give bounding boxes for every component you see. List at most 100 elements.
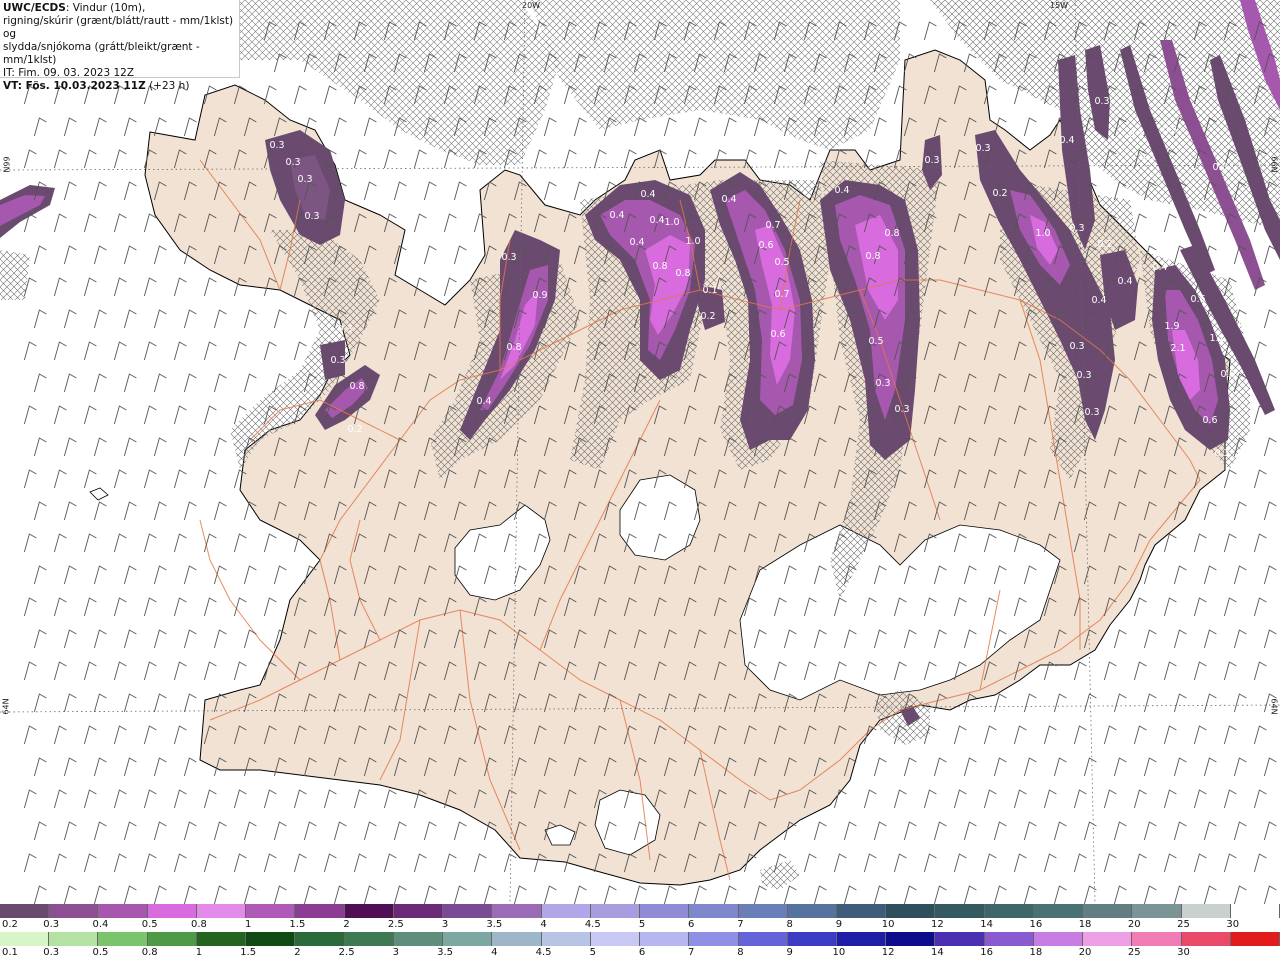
precip-value-label: 0.2 <box>992 188 1007 199</box>
precip-value-label: 0.4 <box>1152 262 1167 273</box>
precip-value-label: 0.3 <box>337 324 352 335</box>
legend-rain-label: 1 <box>195 947 203 958</box>
legend-snow-label: 3 <box>441 919 449 930</box>
legend-snow-label: 0.5 <box>141 919 158 930</box>
precip-value-label: 0.4 <box>1059 135 1074 146</box>
legend-snow-swatch <box>640 904 690 918</box>
legend-snow-labels: 0.2 0.3 0.4 0.5 0.8 1 1.5 2 2.5 3 3.5 4 4.5 5 6 7 8 9 10 12… <box>0 919 1280 931</box>
precip-value-label: 0.3 <box>875 378 890 389</box>
precip-value-label: 0.2 <box>347 424 362 435</box>
precip-value-label: 0.6 <box>758 240 773 251</box>
legend-rain-label: 25 <box>1127 947 1141 958</box>
legend-snow-label: 1 <box>244 919 252 930</box>
precip-value-label: 0.3 <box>1212 162 1227 173</box>
legend-rain-swatch <box>738 932 788 946</box>
precip-value-label: 0.5 <box>868 336 883 347</box>
legend-snow-label: 5 <box>638 919 646 930</box>
precip-value-label: 0.3 <box>1139 152 1154 163</box>
legend-snow-label: 18 <box>1078 919 1092 930</box>
legend-snow-swatch <box>49 904 99 918</box>
legend-snow-swatch <box>541 904 591 918</box>
precip-value-label: 0.2 <box>1097 239 1112 250</box>
legend-snow-label: 2 <box>343 919 350 930</box>
legend-snow-swatch <box>787 904 837 918</box>
legend-rain-swatch <box>1230 932 1280 946</box>
legend-rain-swatch <box>492 932 542 946</box>
legend-rain-swatch <box>0 932 50 946</box>
legend-rain-label: 16 <box>980 947 993 958</box>
legend-snow-swatch <box>1083 904 1133 918</box>
legend-rain-label: 6 <box>638 947 646 958</box>
model-name: UWC/ECDS <box>3 2 66 14</box>
legend-rain-swatch <box>935 932 985 946</box>
legend-snow-label: 0.8 <box>190 919 207 930</box>
legend-snow-swatch <box>1230 904 1280 918</box>
legend-rain-swatch <box>1181 932 1231 946</box>
legend-snow-swatch <box>738 904 788 918</box>
precip-value-label: 0.3 <box>1076 370 1091 381</box>
legend-rain-label: 1.5 <box>240 947 257 958</box>
precip-value-label: 0.9 <box>532 290 547 301</box>
legend-snow-swatch <box>1181 904 1231 918</box>
precip-value-label: 0.6 <box>1190 294 1205 305</box>
legend-rain-label: 0.3 <box>43 947 60 958</box>
precip-value-label: 0.3 <box>1084 407 1099 418</box>
legend-rain-label: 0.5 <box>92 947 109 958</box>
legend-rain-label: 20 <box>1078 947 1092 958</box>
legend-rain-label: 30 <box>1177 947 1190 958</box>
legend-rain-swatch <box>640 932 690 946</box>
legend-snow-swatch <box>935 904 985 918</box>
legend-rain-swatch <box>1033 932 1084 946</box>
precip-value-label: 0.3 <box>894 404 909 415</box>
precip-value-label: 0.8 <box>506 342 521 353</box>
legend-snow-label: 25 <box>1177 919 1190 930</box>
precip-value-label: 0.3 <box>304 211 319 222</box>
legend-rain-swatch <box>689 932 739 946</box>
precip-value-label: 0.3 <box>1069 341 1084 352</box>
graticule-label-20w: 20W <box>522 1 541 10</box>
legend-snow-label: 9 <box>835 919 843 930</box>
legend-rain-swatch <box>590 932 641 946</box>
legend-rain-swatch <box>295 932 345 946</box>
precip-value-label: 0.9 <box>1220 369 1235 380</box>
legend-rain-label: 4 <box>491 947 498 958</box>
precip-value-label: 0.3 <box>1069 223 1084 234</box>
precip-value-label: 0.4 <box>476 396 491 407</box>
legend-snow-swatch <box>984 904 1034 918</box>
precip-value-label: 0.2 <box>1232 290 1247 301</box>
legend-snow-swatch <box>393 904 444 918</box>
legend-rain-swatch <box>393 932 444 946</box>
legend-rain-swatch <box>196 932 247 946</box>
legend-rain-label: 14 <box>931 947 944 958</box>
legend-snow-swatch <box>147 904 197 918</box>
precip-value-label: 0.5 <box>1238 318 1253 329</box>
precip-value-label: 0.7 <box>774 289 789 300</box>
legend-snow-label: 8 <box>786 919 793 930</box>
legend-rain-swatch <box>1083 932 1133 946</box>
legend-snow-label: 10 <box>881 919 895 930</box>
legend-snow-label: 2.5 <box>387 919 404 930</box>
legend-snow-swatch <box>246 904 296 918</box>
legend-snow-swatch <box>689 904 739 918</box>
precip-value-label: 1.0 <box>664 217 679 228</box>
precip-value-label: 0.3 <box>285 157 300 168</box>
legend-rain-label: 2 <box>294 947 301 958</box>
legend-rain-swatch <box>246 932 296 946</box>
legend-snow-label: 4 <box>540 919 547 930</box>
precip-value-label: 0.8 <box>865 251 880 262</box>
precip-value-label: 1.9 <box>1164 321 1179 332</box>
info-line-2: rigning/skúrir (grænt/blátt/rautt - mm/1… <box>3 15 234 40</box>
legend-snow-label: 20 <box>1127 919 1141 930</box>
precip-value-label: 0.3 <box>501 252 516 263</box>
legend-snow-label: 7 <box>737 919 744 930</box>
legend-snow-swatch <box>443 904 493 918</box>
precip-value-label: 0.4 <box>834 185 849 196</box>
legend-rain-label: 0.8 <box>141 947 158 958</box>
legend-snow-label: 0.4 <box>92 919 109 930</box>
graticule-label-64n-right: 64N <box>1269 698 1279 715</box>
precip-value-label: 0.3 <box>975 143 990 154</box>
legend-snow-swatch <box>0 904 50 918</box>
precip-value-label: 0.3 <box>330 355 345 366</box>
legend-snow-swatch <box>344 904 394 918</box>
graticule-label-66n-left: 66N <box>1 156 11 173</box>
